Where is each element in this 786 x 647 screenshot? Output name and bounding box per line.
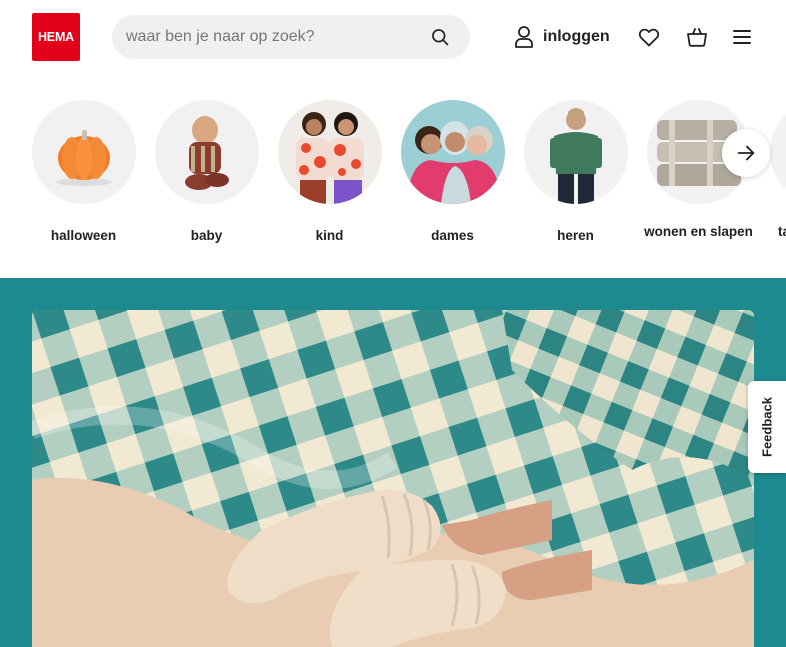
category-label: dames (431, 228, 474, 243)
category-label: kind (315, 228, 344, 243)
category-image (154, 100, 259, 204)
category-carousel: halloween baby kind dames heren wonen en… (0, 90, 786, 268)
category-image (31, 100, 136, 204)
category-label: heren (557, 228, 594, 243)
category-image (277, 100, 382, 204)
search-input[interactable]: waar ben je naar op zoek? (126, 28, 315, 46)
category-halloween[interactable]: halloween (22, 100, 145, 244)
search-bar[interactable]: waar ben je naar op zoek? (112, 15, 470, 59)
hero-image[interactable] (32, 310, 754, 647)
category-heren[interactable]: heren (514, 100, 637, 244)
feedback-label: Feedback (759, 397, 775, 457)
category-image (523, 100, 628, 204)
category-image (400, 100, 505, 204)
category-label: baby (190, 228, 223, 243)
menu-icon[interactable] (730, 25, 754, 49)
feedback-tab[interactable]: Feedback (748, 381, 786, 473)
hema-logo[interactable]: HEMA (32, 13, 80, 61)
login-label: inloggen (543, 28, 610, 45)
site-header: HEMA waar ben je naar op zoek? inloggen (0, 0, 786, 76)
category-label: halloween (50, 228, 117, 243)
category-baby[interactable]: baby (145, 100, 268, 244)
category-label: wonen en slapen (644, 224, 753, 239)
category-ta[interactable]: ta (760, 100, 786, 240)
search-icon[interactable] (430, 27, 450, 47)
category-label: ta (778, 224, 786, 239)
category-dames[interactable]: dames (391, 100, 514, 244)
basket-icon[interactable] (685, 25, 709, 49)
carousel-next-button[interactable] (722, 129, 770, 177)
heart-icon[interactable] (637, 25, 661, 49)
arrow-right-icon (737, 145, 755, 161)
login-button[interactable]: inloggen (513, 24, 610, 50)
logo-text: HEMA (37, 30, 74, 44)
user-icon (515, 26, 533, 48)
category-kind[interactable]: kind (268, 100, 391, 244)
category-image (769, 100, 786, 204)
